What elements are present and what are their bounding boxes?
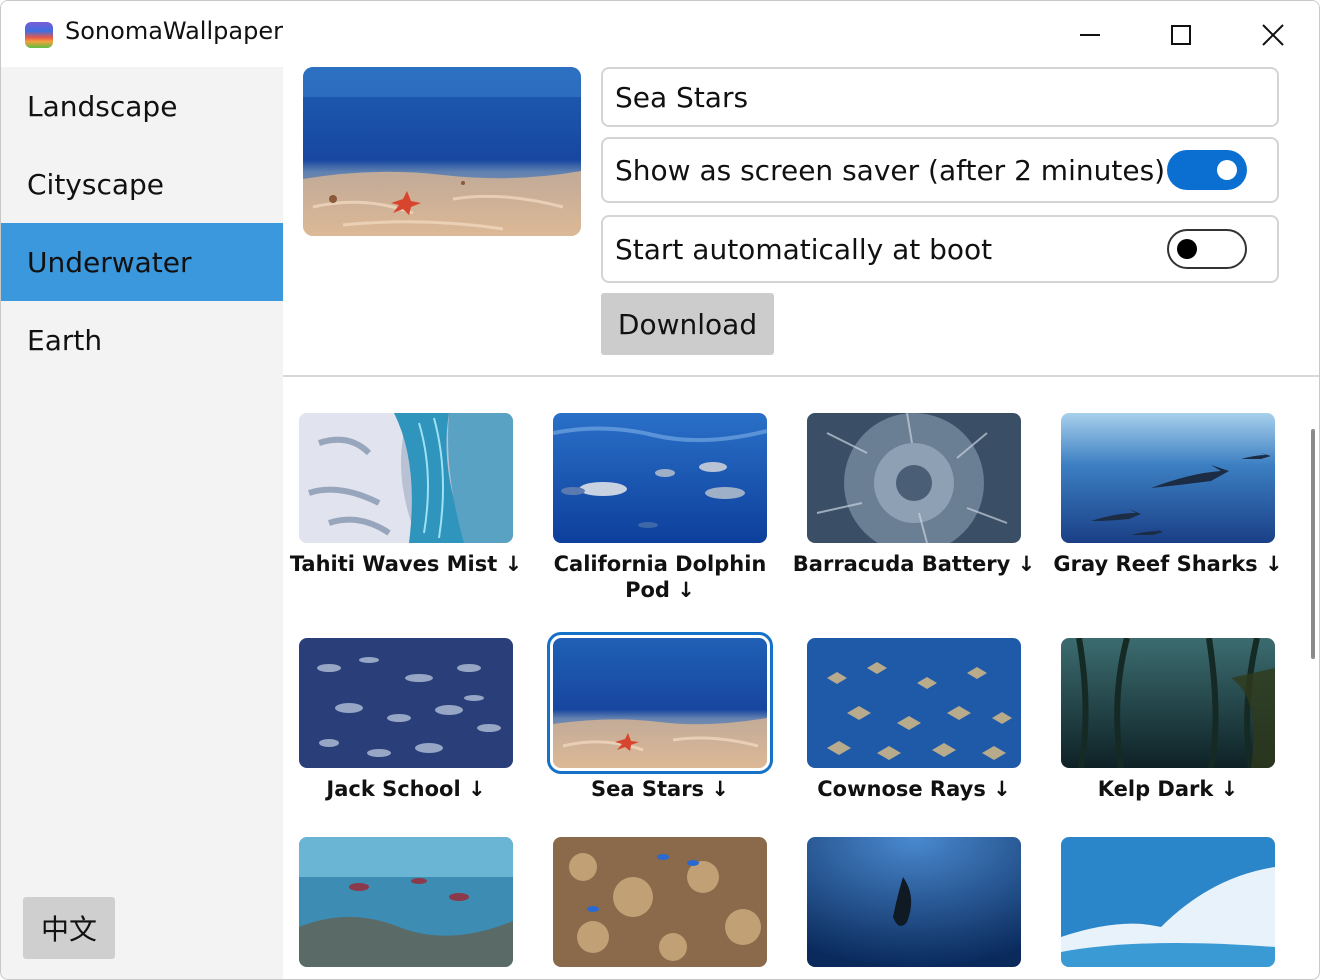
sidebar-item-earth[interactable]: Earth — [1, 301, 283, 379]
autostart-toggle[interactable] — [1167, 229, 1247, 269]
language-button[interactable]: 中文 — [23, 897, 115, 959]
wallpaper-thumbnail — [553, 413, 767, 543]
wallpaper-thumbnail — [1061, 837, 1275, 967]
wallpaper-thumbnail — [1061, 638, 1275, 768]
app-window: SonomaWallpaper Landscape Cityscape Unde… — [0, 0, 1320, 980]
wallpaper-thumbnail — [299, 638, 513, 768]
close-button[interactable] — [1250, 13, 1296, 57]
toggle-knob — [1217, 160, 1237, 180]
wallpaper-thumbnail — [807, 638, 1021, 768]
autostart-setting: Start automatically at boot — [601, 215, 1279, 283]
wallpaper-thumbnail — [299, 837, 513, 967]
wallpaper-thumbnail — [807, 837, 1021, 967]
wallpaper-title: Cownose Rays ↓ — [817, 777, 1011, 801]
download-button[interactable]: Download — [601, 293, 774, 355]
wallpaper-thumbnail — [807, 413, 1021, 543]
wallpaper-thumbnail — [1061, 413, 1275, 543]
wallpaper-thumbnail — [547, 632, 773, 774]
sidebar: Landscape Cityscape Underwater Earth 中文 — [1, 67, 283, 979]
screensaver-setting: Show as screen saver (after 2 minutes) — [601, 137, 1279, 203]
wallpaper-title: California Dolphin Pod ↓ — [553, 552, 767, 602]
wallpaper-thumbnail — [299, 413, 513, 543]
sidebar-item-landscape[interactable]: Landscape — [1, 67, 283, 145]
screensaver-toggle[interactable] — [1167, 150, 1247, 190]
sonoma-app-icon — [25, 22, 53, 48]
sidebar-item-cityscape[interactable]: Cityscape — [1, 145, 283, 223]
toggle-knob — [1177, 239, 1197, 259]
wallpaper-title: Tahiti Waves Mist ↓ — [289, 552, 523, 576]
sidebar-item-underwater[interactable]: Underwater — [1, 223, 283, 301]
minimize-icon — [1080, 34, 1100, 36]
wallpaper-title: Barracuda Battery ↓ — [792, 552, 1036, 576]
wallpaper-name-field[interactable]: Sea Stars — [601, 67, 1279, 127]
autostart-label: Start automatically at boot — [615, 232, 993, 266]
screensaver-label: Show as screen saver (after 2 minutes) — [615, 153, 1166, 187]
wallpaper-title: Kelp Dark ↓ — [1097, 777, 1239, 801]
wallpaper-title: Sea Stars ↓ — [591, 777, 729, 801]
selected-wallpaper-preview — [303, 67, 581, 236]
wallpaper-title: Gray Reef Sharks ↓ — [1053, 552, 1283, 576]
wallpaper-thumbnail — [553, 837, 767, 967]
wallpaper-gallery: Tahiti Waves Mist ↓ California Dolphin P… — [283, 377, 1319, 979]
title-bar: SonomaWallpaper — [1, 1, 1319, 67]
maximize-icon — [1171, 25, 1191, 45]
window-title: SonomaWallpaper — [65, 17, 283, 45]
wallpaper-title: Jack School ↓ — [326, 777, 486, 801]
wallpaper-name-value: Sea Stars — [615, 80, 749, 114]
gallery-scrollbar[interactable] — [1311, 429, 1315, 659]
maximize-button[interactable] — [1158, 13, 1204, 57]
minimize-button[interactable] — [1067, 13, 1113, 57]
close-icon — [1262, 24, 1284, 46]
